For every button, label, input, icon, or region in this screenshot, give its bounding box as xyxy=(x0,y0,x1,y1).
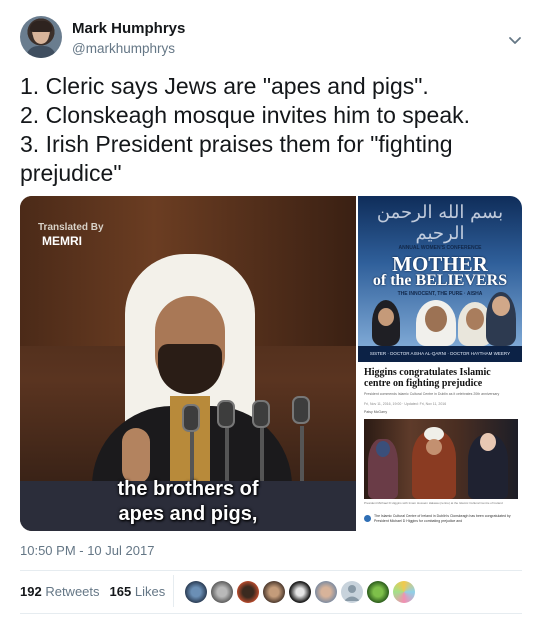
video-still[interactable]: Translated By MEMRI the brothers of apes… xyxy=(20,196,356,531)
tweet-line: 1. Cleric says Jews are "apes and pigs". xyxy=(20,73,429,99)
tweet-line: 2. Clonskeagh mosque invites him to spea… xyxy=(20,102,471,128)
likes-label: Likes xyxy=(134,584,166,599)
tweet-line: prejudice" xyxy=(20,160,122,186)
article-byline: Patsy McGarry xyxy=(364,410,388,414)
article-photo xyxy=(364,419,518,499)
liker-avatar[interactable] xyxy=(315,581,337,603)
article-meta: Fri, Nov 11, 2016, 19:00 · Updated: Fri,… xyxy=(364,402,447,406)
video-caption-line1: the brothers of xyxy=(117,478,259,500)
memri-logo: MEMRI xyxy=(42,234,82,248)
liker-avatar[interactable] xyxy=(367,581,389,603)
article-subtitle: President commends Islamic Cultural Cent… xyxy=(364,392,500,396)
chevron-down-icon[interactable] xyxy=(507,32,523,48)
liker-avatar[interactable] xyxy=(237,581,259,603)
tweet-stats: 192 Retweets 165 Likes xyxy=(20,584,165,599)
author-name[interactable]: Mark Humphrys xyxy=(72,20,185,37)
tweet-text: 1. Cleric says Jews are "apes and pigs".… xyxy=(20,72,525,188)
stats-separator xyxy=(173,575,174,607)
liker-avatar[interactable] xyxy=(341,581,363,603)
article-badge-icon xyxy=(364,515,371,522)
retweets-count: 192 xyxy=(20,584,42,599)
memri-logo-top: Translated By xyxy=(38,222,104,233)
liker-avatar[interactable] xyxy=(393,581,415,603)
tweet-timestamp[interactable]: 10:50 PM - 10 Jul 2017 xyxy=(20,543,154,558)
tweet-line: 3. Irish President praises them for "fig… xyxy=(20,131,453,157)
tweet-header: Mark Humphrys @markhumphrys xyxy=(20,14,525,64)
article-photo-caption: President Michael D Higgins with Imam Hu… xyxy=(364,501,503,505)
liker-avatar[interactable] xyxy=(185,581,207,603)
retweets-label: Retweets xyxy=(45,584,100,599)
divider xyxy=(20,613,522,614)
liker-avatar[interactable] xyxy=(211,581,233,603)
video-caption-line2: apes and pigs, xyxy=(118,503,258,525)
poster-pretitle: ANNUAL WOMEN'S CONFERENCE xyxy=(398,245,482,251)
divider xyxy=(20,570,522,571)
retweets-stat[interactable]: 192 Retweets xyxy=(20,584,100,599)
liker-avatar[interactable] xyxy=(263,581,285,603)
likes-stat[interactable]: 165 Likes xyxy=(110,584,166,599)
liker-avatar[interactable] xyxy=(289,581,311,603)
poster-arabic: بسم الله الرحمن الرحيم xyxy=(376,202,504,244)
author-avatar[interactable] xyxy=(20,16,62,58)
conference-poster[interactable]: بسم الله الرحمن الرحيم ANNUAL WOMEN'S CO… xyxy=(358,196,522,362)
article-footnote: The Islamic Cultural Centre of Ireland i… xyxy=(374,514,511,523)
author-handle[interactable]: @markhumphrys xyxy=(72,41,175,56)
likes-count: 165 xyxy=(109,584,132,599)
poster-speakers: SISTER · DOCTOR AISHA AL-QARNI · DOCTOR … xyxy=(358,346,522,362)
article-headline: Higgins congratulates Islamic centre on … xyxy=(364,367,491,389)
news-article[interactable]: Higgins congratulates Islamic centre on … xyxy=(358,364,522,531)
poster-title-2: of the BELIEVERS xyxy=(372,272,508,289)
media-grid: Translated By MEMRI the brothers of apes… xyxy=(20,196,522,531)
